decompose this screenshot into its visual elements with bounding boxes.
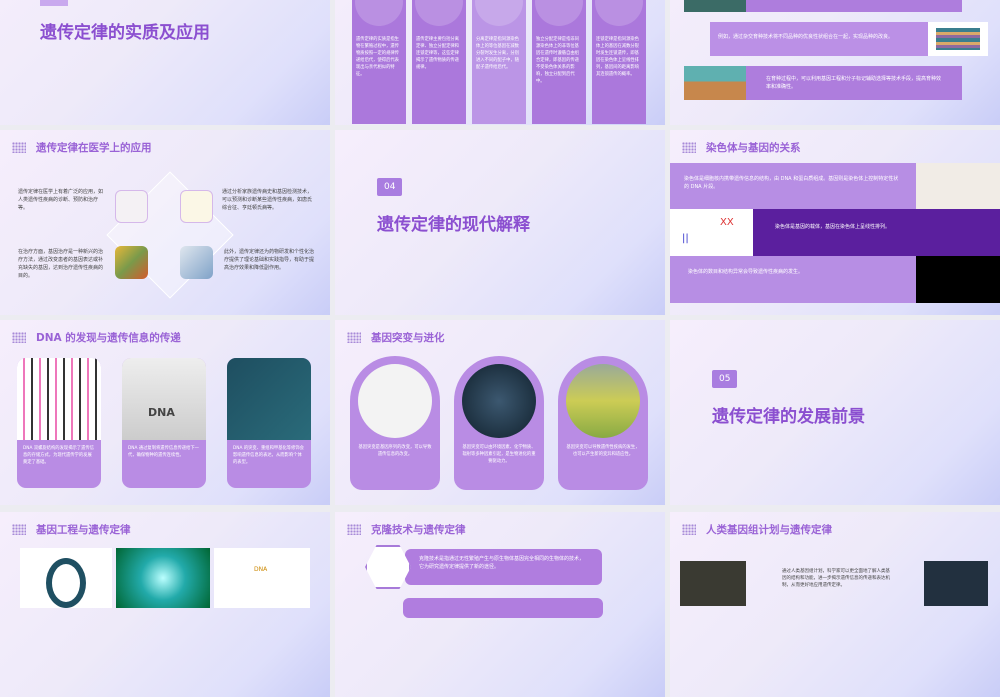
dna-helix-image xyxy=(916,256,1000,303)
dna-scientist-image xyxy=(180,190,213,223)
slide-title: DNA 的发现与遗传信息的传递 xyxy=(36,332,181,344)
card-icon xyxy=(595,0,643,26)
slide-thumbnail-8[interactable]: 基因突变与进化 基因突变是基因序列的改变，可以导致遗传信息的改变。 基因突变可以… xyxy=(335,320,665,505)
dna-image xyxy=(17,358,101,440)
card-text: 分离定律是指同源染色体上的等位基因在减数分裂时发生分离，分别进入不同的配子中，随… xyxy=(476,37,519,70)
slide-title: 基因突变与进化 xyxy=(371,332,445,344)
slide-thumbnail-7[interactable]: DNA 的发现与遗传信息的传递 DNA 双螺旋结构的发现揭示了遗传信息的存储方式… xyxy=(0,320,330,505)
card-text: 连锁定律是指同源染色体上的基因在减数分裂时发生连锁遗传，即基因在染色体上呈线性排… xyxy=(596,37,639,77)
mutation-card: 基因突变是基因序列的改变，可以导致遗传信息的改变。 xyxy=(350,356,440,490)
text-block: 通过人类基因组计划，科学家可以更全面地了解人类基因的结构和功能，进一步揭示遗传信… xyxy=(782,569,890,588)
card-icon xyxy=(535,0,583,26)
slide-title: 染色体与基因的关系 xyxy=(706,142,801,154)
infographic-image xyxy=(680,561,746,606)
card-text: 基因突变可以导致遗传性疾病的发生，也可以产生新的变异和适应性。 xyxy=(566,445,640,457)
dna-image: DNA xyxy=(122,358,206,440)
slide-title: 基因工程与遗传定律 xyxy=(36,524,131,536)
dots-icon xyxy=(682,142,696,153)
dots-icon xyxy=(12,332,26,343)
card-icon xyxy=(475,0,523,26)
teacher-image xyxy=(684,0,746,12)
slide-title: 遗传定律的发展前景 xyxy=(712,407,865,427)
mutation-card: 基因突变可以由环境因素、化学物质、辐射等多种因素引起，是生物进化的重要驱动力。 xyxy=(454,356,544,490)
dots-icon xyxy=(12,142,26,153)
slide-thumbnail-3[interactable]: 例如，通过杂交育种技术将不同品种的优良性状组合在一起，实现品种的改良。 在育种过… xyxy=(670,0,1000,125)
law-card: 遗传定律主要包括分离定律、独立分配定律和连锁定律等，这些定律揭示了遗传物质的传递… xyxy=(412,0,466,124)
slide-thumbnail-11[interactable]: 克隆技术与遗传定律 克隆技术是指通过无性繁殖产生与原生物体基因完全相同的生物体的… xyxy=(335,512,665,697)
mutation-card: 基因突变可以导致遗传性疾病的发生，也可以产生新的变异和适应性。 xyxy=(558,356,648,490)
card-text: 独立分配定律是指非同源染色体上的非等位基因在遗传时遵循自由组合定律，即基因的传递… xyxy=(536,37,579,84)
card-text: 基因突变是基因序列的改变，可以导致遗传信息的改变。 xyxy=(358,445,432,457)
doctors-image xyxy=(115,190,148,223)
section-number: 04 xyxy=(377,178,403,196)
molecule-image xyxy=(180,246,213,279)
card-icon xyxy=(355,0,403,26)
dots-icon xyxy=(347,332,361,343)
dna-image xyxy=(227,358,311,440)
classroom-image xyxy=(684,66,746,100)
row-text: 在育种过程中，可以利用基因工程和分子标记辅助选择等技术手段，提高育种效率和准确性… xyxy=(766,76,942,90)
slide-thumbnail-12[interactable]: 人类基因组计划与遗传定律 通过人类基因组计划，科学家可以更全面地了解人类基因的结… xyxy=(670,512,1000,697)
dna-card: DNA 的突变、重组和甲基化等修饰会影响遗传信息的表达，从而影响个体的表型。 xyxy=(227,358,311,488)
text-block: 在治疗方面，基因治疗是一种新兴的治疗方法，通过改变患者的基因表达或补充缺失的基因… xyxy=(18,249,104,279)
glowing-dna-image xyxy=(116,548,210,608)
slide-thumbnail-4[interactable]: 遗传定律在医学上的应用 遗传定律在医学上有着广泛的应用，如人类遗传性疾病的诊断、… xyxy=(0,130,330,315)
text-block: 通过分析家族遗传病史和基因检测技术，可以预测和诊断某些遗传性疾病，如唐氏综合征、… xyxy=(222,189,313,211)
text-block: 此外，遗传定律还为药物研发和个性化治疗提供了理论基础和实践指导，有助于提高治疗效… xyxy=(224,249,315,271)
slide-thumbnail-9[interactable]: 05 遗传定律的发展前景 xyxy=(670,320,1000,505)
row-text: 染色体是基因的载体，基因在染色体上呈线性排列。 xyxy=(775,224,891,230)
number-badge xyxy=(40,0,68,6)
card-text: DNA 双螺旋结构的发现揭示了遗传信息的存储方式，为现代遗传学的发展奠定了基础。 xyxy=(23,446,94,465)
card-text: 克隆技术是指通过无性繁殖产生与原生物体基因完全相同的生物体的技术，它为研究遗传定… xyxy=(419,556,585,570)
microscope-image xyxy=(115,246,148,279)
card-text: 遗传定律主要包括分离定律、独立分配定律和连锁定律等，这些定律揭示了遗传物质的传递… xyxy=(416,37,459,70)
mutation-image xyxy=(462,364,536,438)
row-text: 染色体是细胞核内携带遗传信息的结构，由 DNA 和蛋白质组成。基因则是染色体上控… xyxy=(684,176,899,190)
slide-title: 遗传定律的现代解释 xyxy=(377,215,530,235)
slide-thumbnail-10[interactable]: 基因工程与遗传定律 DNA xyxy=(0,512,330,697)
row-text: 例如，通过杂交育种技术将不同品种的优良性状组合在一起，实现品种的改良。 xyxy=(718,34,894,40)
slide-thumbnail-6[interactable]: 染色体与基因的关系 染色体是细胞核内携带遗传信息的结构，由 DNA 和蛋白质组成… xyxy=(670,130,1000,315)
dots-icon xyxy=(682,524,696,535)
slide-title: 遗传定律的实质及应用 xyxy=(40,23,210,43)
card-icon xyxy=(415,0,463,26)
books-image xyxy=(928,22,988,56)
law-card: 分离定律是指同源染色体上的等位基因在减数分裂时发生分离，分别进入不同的配子中，随… xyxy=(472,0,526,124)
dots-icon xyxy=(347,524,361,535)
dna-card: DNA 双螺旋结构的发现揭示了遗传信息的存储方式，为现代遗传学的发展奠定了基础。 xyxy=(17,358,101,488)
dna-diagram-image xyxy=(916,163,1000,209)
dots-icon xyxy=(12,524,26,535)
slide-thumbnail-5[interactable]: 04 遗传定律的现代解释 xyxy=(335,130,665,315)
mutation-image xyxy=(358,364,432,438)
text-block: 遗传定律在医学上有着广泛的应用，如人类遗传性疾病的诊断、预防和治疗等。 xyxy=(18,189,104,211)
law-card: 独立分配定律是指非同源染色体上的非等位基因在遗传时遵循自由组合定律，即基因的传递… xyxy=(532,0,586,124)
card-text: DNA 通过复制将遗传信息传递给下一代，确保物种的遗传连续性。 xyxy=(128,446,199,458)
slide-title: 克隆技术与遗传定律 xyxy=(371,524,466,536)
slide-thumbnail-1[interactable]: 遗传定律的实质及应用 xyxy=(0,0,330,125)
dna-card: DNA DNA 通过复制将遗传信息传递给下一代，确保物种的遗传连续性。 xyxy=(122,358,206,488)
slide-title: 人类基因组计划与遗传定律 xyxy=(706,524,832,536)
mutation-image xyxy=(566,364,640,438)
card-text: 遗传定律的实质是指生物在繁殖过程中，遗传物质按照一定的规律传递给后代，使得后代表… xyxy=(356,37,399,77)
population-image xyxy=(924,561,988,606)
law-card: 遗传定律的实质是指生物在繁殖过程中，遗传物质按照一定的规律传递给后代，使得后代表… xyxy=(352,0,406,124)
section-number: 05 xyxy=(712,370,738,388)
chromosome-image: XX || xyxy=(670,209,753,256)
slide-thumbnail-2[interactable]: 遗传定律的实质是指生物在繁殖过程中，遗传物质按照一定的规律传递给后代，使得后代表… xyxy=(335,0,665,125)
card-text: 基因突变可以由环境因素、化学物质、辐射等多种因素引起，是生物进化的重要驱动力。 xyxy=(462,445,536,464)
card-text: DNA 的突变、重组和甲基化等修饰会影响遗传信息的表达，从而影响个体的表型。 xyxy=(233,446,304,465)
row-text: 染色体的数目和结构异常会导致遗传性疾病的发生。 xyxy=(688,269,804,275)
dna-sketch-image: DNA xyxy=(214,548,310,608)
law-card: 连锁定律是指同源染色体上的基因在减数分裂时发生连锁遗传，即基因在染色体上呈线性排… xyxy=(592,0,646,124)
dna-logo-image xyxy=(20,548,112,608)
slide-title: 遗传定律在医学上的应用 xyxy=(36,142,152,154)
